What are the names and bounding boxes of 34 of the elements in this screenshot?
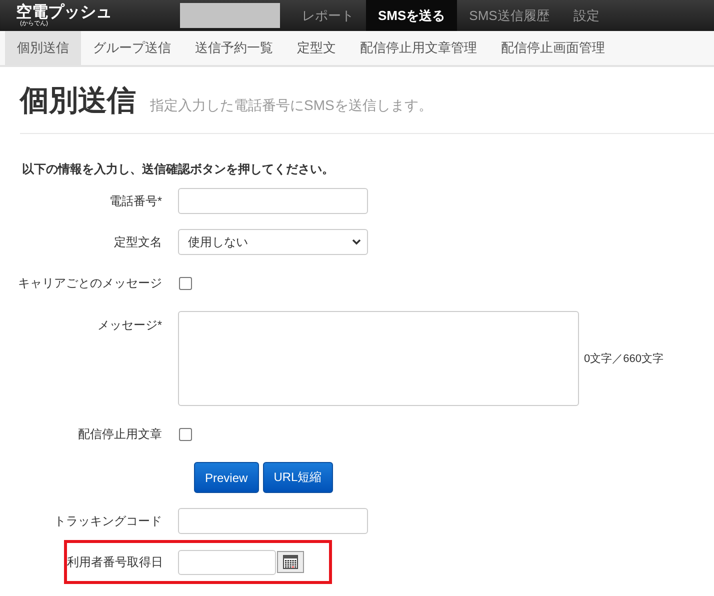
field-label: 定型文名: [113, 234, 163, 250]
nav-tab[interactable]: 設定: [561, 0, 612, 31]
logo: 空電プッシュ: [16, 4, 113, 20]
sub-tab[interactable]: グループ送信: [81, 31, 183, 65]
action-button[interactable]: Preview: [194, 462, 259, 493]
instruction-text: 以下の情報を入力し、送信確認ボタンを押してください。: [22, 161, 335, 178]
field-label: 利用者番号取得日: [67, 554, 164, 570]
nav-tab[interactable]: SMSを送る: [366, 0, 458, 31]
calendar-button[interactable]: [277, 551, 304, 573]
checkbox[interactable]: [179, 276, 192, 290]
sub-tab[interactable]: 配信停止用文章管理: [348, 31, 489, 65]
nav-tab[interactable]: レポート: [290, 0, 366, 31]
action-button[interactable]: URL短縮: [262, 462, 333, 493]
field-label: メッセージ*: [96, 317, 163, 334]
page-title: 個別送信: [20, 84, 136, 119]
message-textarea[interactable]: [178, 311, 579, 406]
nav-tab[interactable]: SMS送信履歴: [457, 0, 562, 31]
sub-tab[interactable]: 定型文: [285, 31, 348, 65]
chevron-icon: [352, 239, 361, 245]
field-label: キャリアごとのメッセージ: [17, 274, 163, 292]
sub-tab[interactable]: 個別送信: [5, 31, 81, 65]
calendar-icon: [283, 555, 298, 569]
page-subtitle: 指定入力した電話番号にSMSを送信します。: [150, 97, 432, 115]
sub-tab[interactable]: 送信予約一覧: [183, 31, 285, 65]
field-label: トラッキングコード: [53, 512, 163, 530]
template-select[interactable]: 使用しない: [178, 229, 368, 255]
text-field[interactable]: [178, 508, 368, 534]
field-label: 配信停止用文章: [77, 426, 163, 442]
checkbox[interactable]: [179, 428, 192, 440]
field-label: 電話番号*: [108, 192, 163, 210]
text-field[interactable]: [178, 188, 368, 214]
sub-tab[interactable]: 配信停止画面管理: [489, 31, 617, 65]
character-counter: 0文字／660文字: [584, 352, 664, 366]
date-field[interactable]: [178, 550, 276, 574]
